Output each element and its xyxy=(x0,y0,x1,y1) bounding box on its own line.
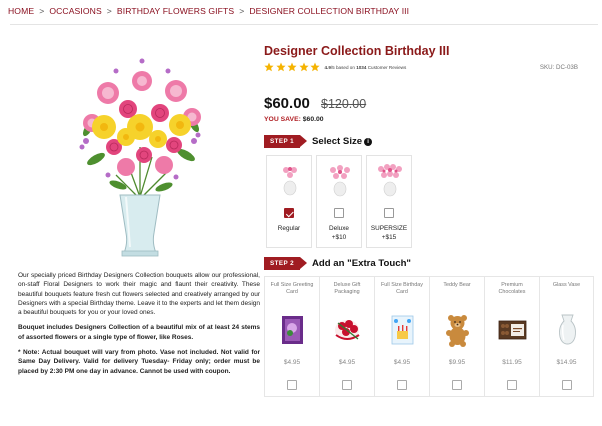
step-title: Select Size i xyxy=(312,136,373,147)
extra-price: $11.95 xyxy=(502,359,522,366)
greeting-card-icon xyxy=(282,316,303,344)
extra-price: $4.95 xyxy=(338,359,356,366)
size-label: Regular xyxy=(277,225,301,232)
size-option-regular[interactable]: Regular xyxy=(266,155,312,248)
gift-packaging-icon xyxy=(335,320,360,340)
extra-checkbox[interactable] xyxy=(342,380,352,390)
product-description: Our specially priced Birthday Designers … xyxy=(18,271,260,382)
birthday-card-icon xyxy=(391,315,414,345)
extra-name: Glass Vase xyxy=(552,282,581,288)
product-sku: SKU: DC-03B xyxy=(539,64,578,71)
breadcrumb-separator: > xyxy=(239,6,245,16)
extra-glass-vase[interactable]: Glass Vase $14.95 xyxy=(539,276,594,397)
glass-vase-icon xyxy=(559,314,576,345)
breadcrumb-current: DESIGNER COLLECTION BIRTHDAY III xyxy=(249,6,410,16)
extra-price: $4.95 xyxy=(283,359,301,366)
size-checkbox[interactable] xyxy=(284,208,294,218)
extra-name: Premium Chocolates xyxy=(498,282,526,296)
extra-chocolates[interactable]: Premium Chocolates $11.95 xyxy=(484,276,539,397)
size-checkbox[interactable] xyxy=(334,208,344,218)
breadcrumb-birthday-flowers[interactable]: BIRTHDAY FLOWERS GIFTS xyxy=(117,6,234,16)
extra-name: Teddy Bear xyxy=(443,282,471,288)
breadcrumb-separator: > xyxy=(39,6,45,16)
size-label: SUPERSIZE +$15 xyxy=(370,225,408,241)
star-icon xyxy=(310,62,320,72)
description-paragraph: Our specially priced Birthday Designers … xyxy=(18,272,260,317)
breadcrumb-occasions[interactable]: OCCASIONS xyxy=(49,6,101,16)
extra-gift-packaging[interactable]: Deluxe Gift Packaging $4.95 xyxy=(319,276,374,397)
extra-greeting-card[interactable]: Full Size Greeting Card $4.95 xyxy=(264,276,319,397)
size-label: Deluxe +$10 xyxy=(329,225,349,241)
star-icon xyxy=(264,62,274,72)
extra-touch-options: Full Size Greeting Card $4.95 Deluxe Gif… xyxy=(264,276,594,397)
extra-checkbox[interactable] xyxy=(452,380,462,390)
step-title: Add an "Extra Touch" xyxy=(311,258,411,269)
step-2-header: STEP 2 Add an "Extra Touch" xyxy=(264,257,411,270)
savings-label: YOU SAVE: $60.00 xyxy=(264,116,324,123)
description-contents: Bouquet includes Designers Collection of… xyxy=(18,324,260,341)
rating[interactable]: 4.9/5 based on 1034 Customer Reviews xyxy=(264,62,406,72)
extra-price: $4.95 xyxy=(393,359,411,366)
breadcrumb: HOME > OCCASIONS > BIRTHDAY FLOWERS GIFTS > DE… xyxy=(8,6,409,16)
extra-checkbox[interactable] xyxy=(287,380,297,390)
extra-checkbox[interactable] xyxy=(397,380,407,390)
teddy-bear-icon xyxy=(446,315,469,347)
product-title: Designer Collection Birthday III xyxy=(264,44,450,58)
star-icon xyxy=(287,62,297,72)
bouquet-thumbnail-icon xyxy=(378,164,402,197)
step-badge: STEP 2 xyxy=(264,257,307,270)
size-option-deluxe[interactable]: Deluxe +$10 xyxy=(316,155,362,248)
extra-price: $9.95 xyxy=(448,359,466,366)
extra-checkbox[interactable] xyxy=(507,380,517,390)
rating-summary: 4.9/5 based on 1034 Customer Reviews xyxy=(324,64,407,70)
size-option-supersize[interactable]: SUPERSIZE +$15 xyxy=(366,155,412,248)
star-icon xyxy=(298,62,309,72)
step-badge: STEP 1 xyxy=(264,135,307,148)
bouquet-thumbnail-icon xyxy=(283,167,297,196)
extra-birthday-card[interactable]: Full Size Birthday Card $4.95 xyxy=(374,276,429,397)
extra-price: $14.95 xyxy=(556,359,577,366)
extra-checkbox[interactable] xyxy=(562,380,572,390)
star-icon xyxy=(275,62,286,72)
breadcrumb-home[interactable]: HOME xyxy=(8,6,34,16)
extra-teddy-bear[interactable]: Teddy Bear $9.95 xyxy=(429,276,484,397)
size-checkbox[interactable] xyxy=(384,208,394,218)
bouquet-thumbnail-icon xyxy=(330,165,350,197)
step-1-header: STEP 1 Select Size i xyxy=(264,135,373,148)
product-image xyxy=(79,58,201,257)
description-note: * Note: Actual bouquet will vary from ph… xyxy=(18,348,260,375)
current-price: $60.00 xyxy=(264,95,310,112)
extra-name: Deluxe Gift Packaging xyxy=(333,282,361,296)
breadcrumb-separator: > xyxy=(106,6,112,16)
extra-name: Full Size Greeting Card xyxy=(270,282,314,296)
info-icon[interactable]: i xyxy=(364,138,373,146)
original-price: $120.00 xyxy=(321,97,367,111)
size-options: Regular Deluxe +$10 SUPERSIZE +$15 xyxy=(266,155,416,248)
product-card: Our specially priced Birthday Designers … xyxy=(10,24,598,397)
extra-name: Full Size Birthday Card xyxy=(381,282,423,296)
chocolates-icon xyxy=(498,320,527,340)
